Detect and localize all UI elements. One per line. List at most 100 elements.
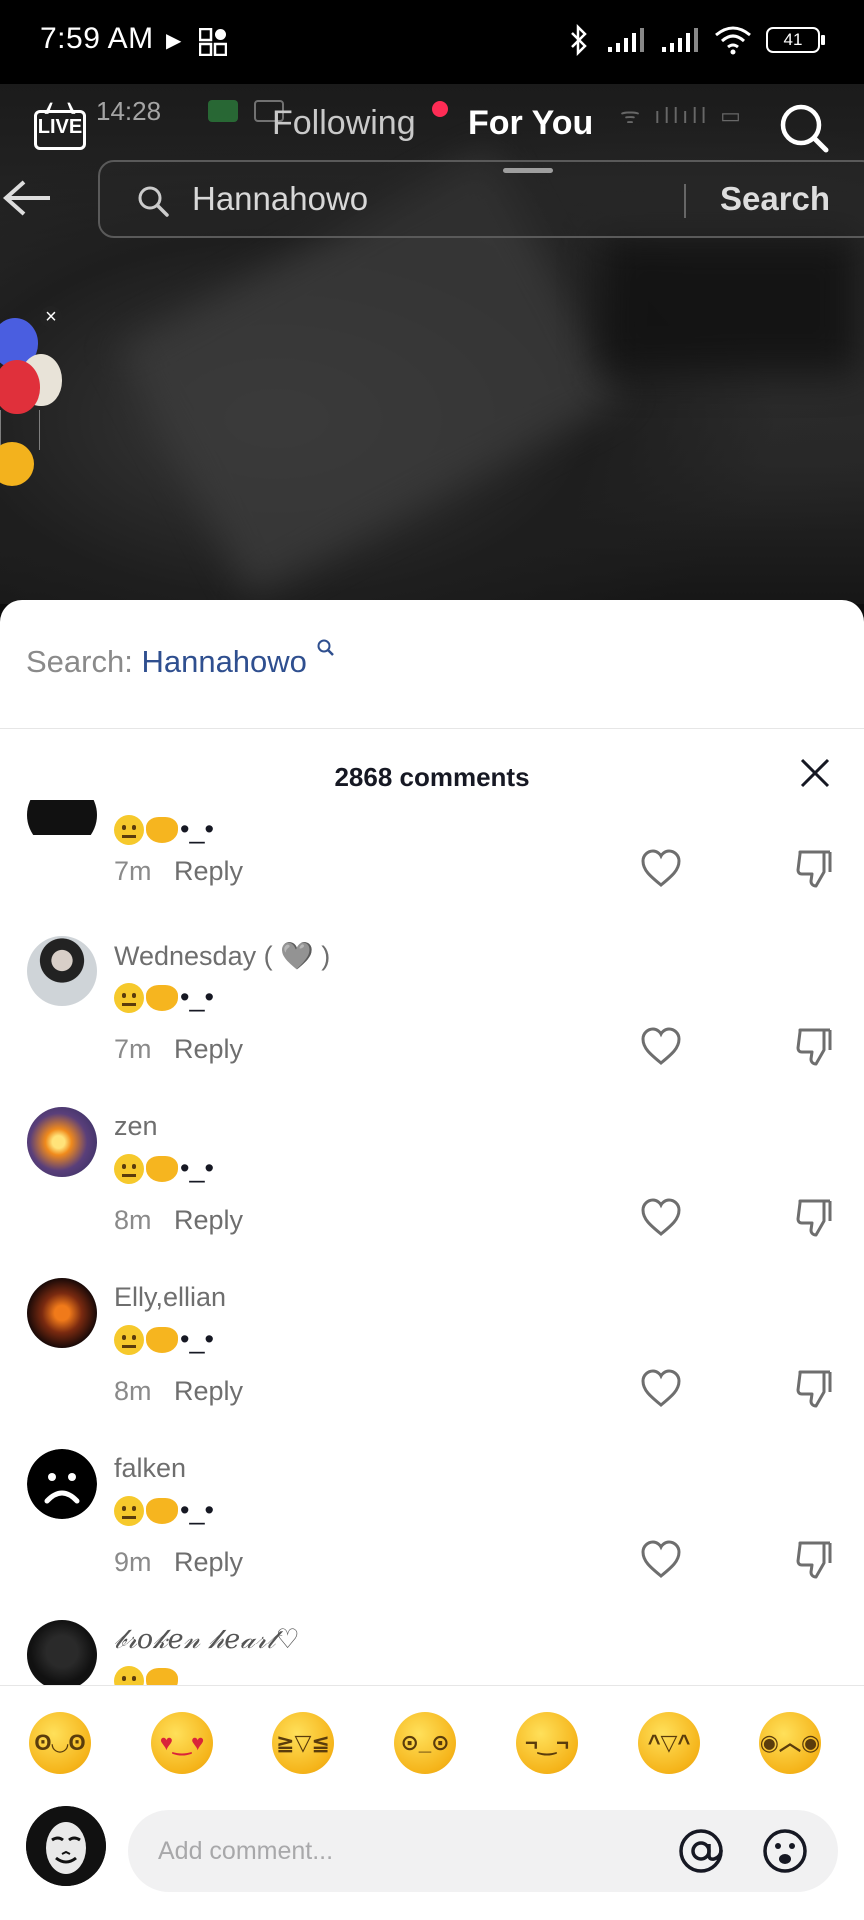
emoji-icon[interactable] — [760, 1826, 810, 1876]
comment-username[interactable]: falken — [114, 1453, 186, 1484]
quick-emoji-bar: ʘ◡ʘ ♥‿♥ ≧▽≦ ⊙_⊙ ¬‿¬ ^▽^ ◉︿◉ — [0, 1712, 864, 1782]
back-arrow-icon[interactable] — [2, 178, 54, 218]
dislike-icon[interactable] — [794, 1368, 834, 1408]
overlay-app-icon — [208, 100, 238, 122]
pleading-emoji[interactable]: ◉︿◉ — [759, 1712, 821, 1774]
neutral-face-emoji — [114, 814, 144, 845]
like-heart-icon[interactable] — [640, 1197, 682, 1239]
like-heart-icon[interactable] — [640, 1539, 682, 1581]
flushed-emoji[interactable]: ⊙_⊙ — [394, 1712, 456, 1774]
at-icon[interactable] — [676, 1826, 726, 1876]
comment-text: •_• — [114, 1495, 214, 1526]
signal-2-icon — [662, 28, 698, 52]
comment-text: •_• — [114, 1153, 214, 1184]
divider — [0, 1685, 864, 1686]
dislike-icon[interactable] — [794, 1026, 834, 1066]
battery-icon: 41 — [766, 27, 825, 53]
reply-button[interactable]: Reply — [174, 856, 243, 887]
handshake-emoji — [146, 1497, 178, 1524]
comments-count: 2868 comments — [334, 762, 530, 792]
comment-body: •_• — [180, 814, 214, 844]
comment-body: •_• — [180, 1153, 214, 1183]
neutral-face-emoji — [114, 1324, 144, 1355]
comment-time: 8m — [114, 1205, 152, 1235]
dislike-icon[interactable] — [794, 1539, 834, 1579]
avatar[interactable] — [27, 936, 97, 1006]
comment-item: •_• 7m Reply — [0, 800, 864, 930]
like-heart-icon[interactable] — [640, 848, 682, 890]
comment-time: 7m — [114, 856, 152, 886]
comment-username[interactable]: zen — [114, 1111, 158, 1142]
bluetooth-icon — [571, 24, 587, 56]
my-avatar[interactable] — [26, 1806, 106, 1886]
search-suggestion[interactable]: Search: Hannahowo — [26, 639, 336, 680]
close-icon[interactable] — [798, 756, 832, 790]
search-divider — [684, 184, 686, 218]
avatar[interactable] — [27, 1620, 97, 1686]
signal-1-icon — [608, 28, 644, 52]
wifi-icon — [715, 26, 751, 55]
smirk-emoji[interactable]: ¬‿¬ — [516, 1712, 578, 1774]
like-heart-icon[interactable] — [640, 1026, 682, 1068]
comment-text: •_• — [114, 814, 214, 845]
comment-username[interactable]: Wednesday ( 🩶 ) — [114, 940, 330, 972]
comment-item: Wednesday ( 🩶 ) •_• 7m Reply — [0, 936, 864, 1106]
reply-button[interactable]: Reply — [174, 1034, 243, 1065]
comment-text — [114, 1666, 178, 1686]
avatar[interactable] — [27, 1449, 97, 1519]
grin-emoji[interactable]: ʘ◡ʘ — [29, 1712, 91, 1774]
search-button[interactable]: Search — [720, 180, 830, 218]
comment-text: •_• — [114, 982, 214, 1013]
comment-time: 7m — [114, 1034, 152, 1064]
avatar[interactable] — [27, 1107, 97, 1177]
tab-following[interactable]: Following — [272, 104, 416, 143]
comment-input-container[interactable] — [128, 1810, 838, 1892]
like-heart-icon[interactable] — [640, 1368, 682, 1410]
search-query[interactable]: Hannahowo — [192, 180, 368, 218]
avatar[interactable] — [27, 800, 97, 835]
avatar[interactable] — [27, 1278, 97, 1348]
comment-body: •_• — [180, 982, 214, 1012]
search-bar[interactable]: Hannahowo Search — [98, 160, 864, 238]
comment-body: •_• — [180, 1495, 214, 1525]
sweat-smile-emoji[interactable]: ^▽^ — [638, 1712, 700, 1774]
comment-username[interactable]: 𝒷𝓇𝑜𝓀𝑒𝓃 𝒽𝑒𝒶𝓇𝓉♡ — [114, 1624, 300, 1656]
comment-item: falken •_• 9m Reply — [0, 1449, 864, 1619]
smiling-hearts-emoji[interactable]: ♥‿♥ — [151, 1712, 213, 1774]
balloon-close-icon[interactable]: × — [40, 306, 62, 328]
grid-app-icon — [199, 28, 227, 56]
comment-composer — [0, 1800, 864, 1900]
tears-of-joy-emoji[interactable]: ≧▽≦ — [272, 1712, 334, 1774]
comment-username[interactable]: Elly,ellian — [114, 1282, 226, 1313]
comment-time: 9m — [114, 1547, 152, 1577]
dislike-icon[interactable] — [794, 1197, 834, 1237]
live-tv-icon[interactable]: LIVE — [34, 100, 88, 156]
play-indicator-icon: ▶ — [166, 30, 182, 52]
neutral-face-emoji — [114, 1153, 144, 1184]
comment-item: Elly,ellian •_• 8m Reply — [0, 1278, 864, 1448]
handshake-emoji — [146, 1326, 178, 1353]
reply-button[interactable]: Reply — [174, 1547, 243, 1578]
comment-item: zen •_• 8m Reply — [0, 1107, 864, 1277]
status-bar: 7:59 AM ▶ 41 — [0, 0, 864, 84]
notification-dot — [432, 101, 448, 117]
handshake-emoji — [146, 1155, 178, 1182]
neutral-face-emoji — [114, 982, 144, 1013]
neutral-face-emoji — [114, 1495, 144, 1526]
magnifier-icon — [138, 186, 169, 217]
status-icons: 41 — [566, 24, 825, 56]
search-suggestion-prefix: Search: — [26, 644, 142, 679]
search-icon[interactable] — [776, 100, 832, 156]
dislike-icon[interactable] — [794, 848, 834, 888]
search-suggestion-term[interactable]: Hannahowo — [141, 644, 306, 679]
reply-button[interactable]: Reply — [174, 1205, 243, 1236]
handshake-emoji — [146, 1668, 178, 1686]
divider — [0, 728, 864, 729]
neutral-face-emoji — [114, 1666, 144, 1686]
comment-input[interactable] — [158, 1830, 658, 1872]
overlay-time: 14:28 — [96, 96, 162, 126]
comment-time: 8m — [114, 1376, 152, 1406]
comment-body: •_• — [180, 1324, 214, 1354]
tab-for-you[interactable]: For You — [468, 104, 593, 143]
reply-button[interactable]: Reply — [174, 1376, 243, 1407]
